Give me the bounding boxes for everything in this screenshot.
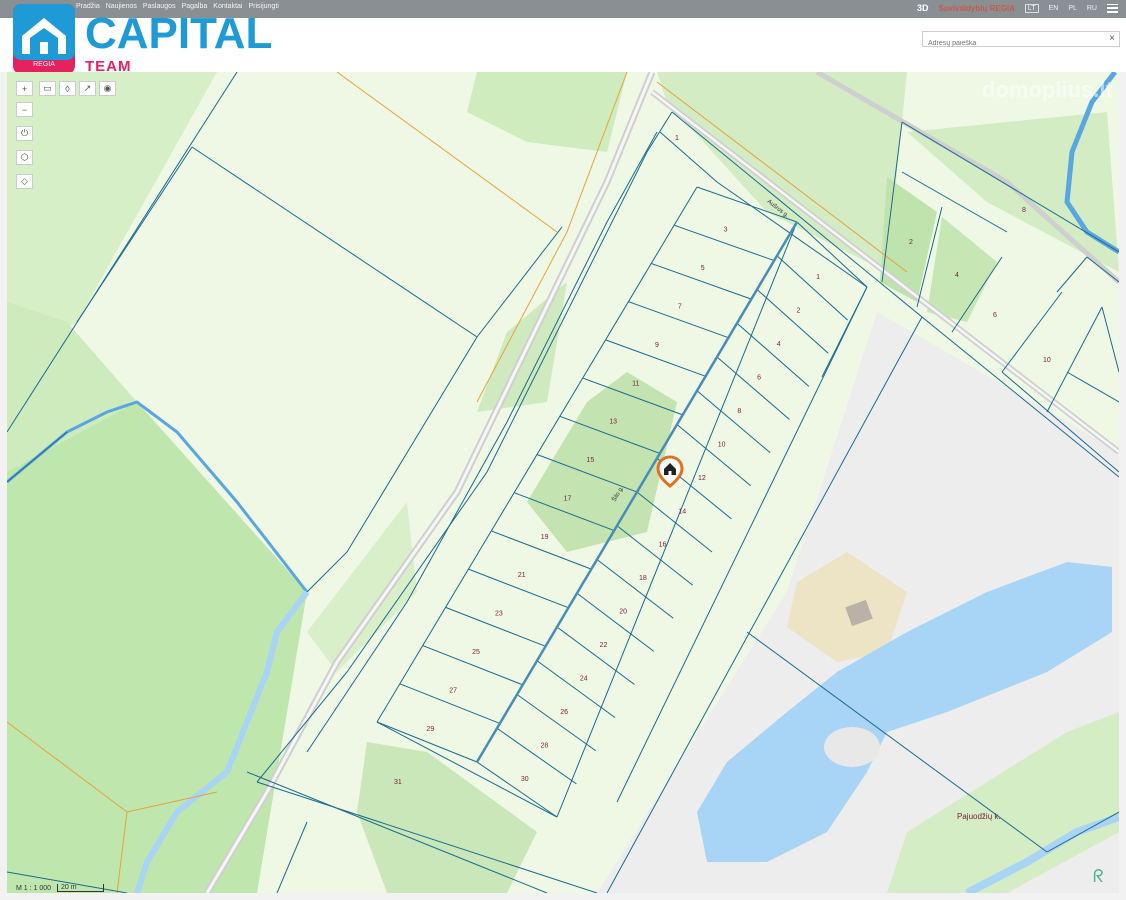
parcel-15: 15 [586,457,594,464]
parcel-ne-2: 2 [909,239,913,246]
scale-ratio: M 1 : 1 000 [16,885,52,892]
parcel-16: 16 [659,542,667,549]
parcel-2: 2 [796,308,800,315]
search-input[interactable] [926,35,1105,52]
parcel-29: 29 [426,726,434,733]
draw-shape-icon[interactable]: ◇ [16,174,33,189]
parcel-12: 12 [698,475,706,482]
zoom-out-button[interactable]: − [16,102,33,117]
parcel-31: 31 [394,779,402,786]
parcel-4: 4 [777,341,781,348]
parcel-22: 22 [600,642,608,649]
parcel-top: 1 [675,135,679,142]
village-label: Pajuodžių k. [957,812,1001,821]
parcel-27: 27 [449,687,457,694]
parcel-9: 9 [655,342,659,349]
logo-house-icon: REGIA [13,4,75,74]
polygon-icon[interactable]: ⬡ [16,150,33,165]
parcel-ne-4: 4 [955,272,959,279]
close-icon[interactable]: × [1109,33,1115,44]
scale-bar: 20 m [57,884,105,892]
parcel-ne-8: 8 [1022,207,1026,214]
measure-icon[interactable]: ▭ [39,81,56,96]
lang-en[interactable]: EN [1049,5,1059,12]
header-right: 3D Savivaldybių REGIA LT EN PL RU [917,3,1118,13]
map-canvas[interactable]: Aušros g. Šilo g. Pajuodžių k. 1 31 3579… [7,72,1119,893]
parcel-7: 7 [678,303,682,310]
parcel-5: 5 [701,265,705,272]
power-icon[interactable]: ⏻ [16,126,33,141]
menu-icon[interactable] [1107,3,1118,13]
watermark: domoplius.lt [982,77,1113,102]
parcel-25: 25 [472,649,480,656]
regia-logo-icon: ᖇ [1093,866,1104,886]
brand-label: Savivaldybių REGIA [938,3,1015,13]
parcel-28: 28 [541,742,549,749]
map-scale: M 1 : 1 000 20 m [16,884,105,892]
lang-lt[interactable]: LT [1024,3,1039,13]
logo-name: CAPITAL [85,9,273,58]
share-icon[interactable]: ↗ [79,81,96,96]
parcel-18: 18 [639,575,647,582]
parcel-30: 30 [521,776,529,783]
cadastral-map[interactable]: Aušros g. Šilo g. Pajuodžių k. 1 31 3579… [7,72,1119,893]
lang-ru[interactable]: RU [1087,5,1097,12]
parcel-10: 10 [718,441,726,448]
location-pin-icon[interactable]: ◊ [59,81,76,96]
parcel-13: 13 [609,419,617,426]
parcel-6: 6 [757,375,761,382]
parcel-17: 17 [564,495,572,502]
parcel-23: 23 [495,611,503,618]
parcel-ne-6: 6 [993,312,997,319]
lang-pl[interactable]: PL [1068,5,1077,12]
parcel-1: 1 [816,274,820,281]
zoom-in-button[interactable]: + [16,81,33,96]
target-icon[interactable]: ◉ [99,81,116,96]
parcel-14: 14 [678,508,686,515]
parcel-3: 3 [724,227,728,234]
logo-badge: REGIA [33,61,55,68]
parcel-21: 21 [518,572,526,579]
address-search[interactable]: × [922,31,1120,52]
mode-3d-button[interactable]: 3D [917,3,929,13]
parcel-ne-10: 10 [1043,357,1051,364]
parcel-19: 19 [541,534,549,541]
parcel-24: 24 [580,675,588,682]
parcel-20: 20 [619,609,627,616]
parcel-26: 26 [560,709,568,716]
parcel-8: 8 [737,408,741,415]
parcel-11: 11 [632,380,639,387]
